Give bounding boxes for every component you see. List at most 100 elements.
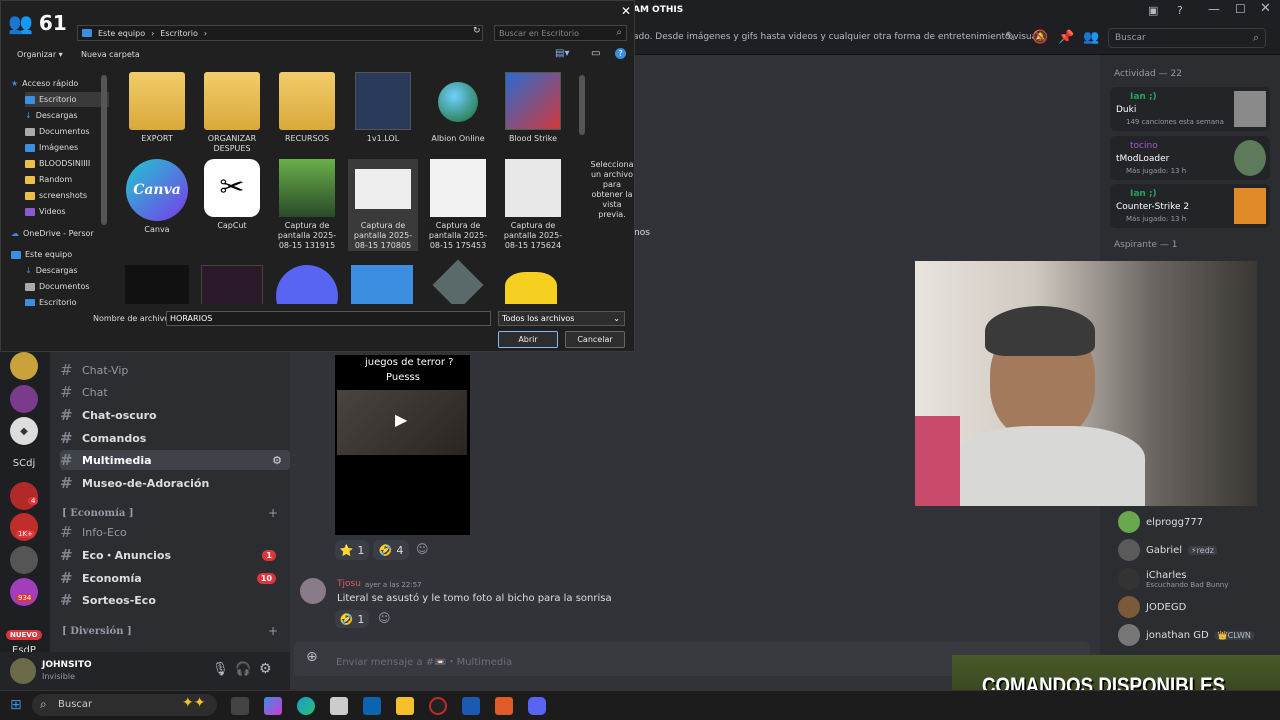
message-author[interactable]: Tjosu xyxy=(337,579,361,589)
file-explorer-icon[interactable] xyxy=(396,697,414,715)
channel-comandos[interactable]: # Comandos xyxy=(60,428,290,448)
nav-item[interactable]: Escritorio xyxy=(25,92,109,107)
members-icon[interactable]: 👥 xyxy=(1083,30,1099,45)
server-icon[interactable] xyxy=(10,546,38,574)
server-icon[interactable]: SCdj xyxy=(10,449,38,477)
activity-card[interactable]: Ian ;) Duki 149 canciones esta semana xyxy=(1110,87,1270,131)
address-bar[interactable]: Este equipo › Escritorio › xyxy=(77,25,483,41)
app-icon[interactable] xyxy=(432,259,484,304)
refresh-icon[interactable]: ↻ xyxy=(473,26,481,36)
settings-gear-icon[interactable]: ⚙ xyxy=(259,661,272,677)
channel-eco-anuncios[interactable]: # Eco・Anuncios 1 xyxy=(60,545,290,565)
store-icon[interactable] xyxy=(330,697,348,715)
server-icon[interactable] xyxy=(10,385,38,413)
nav-item[interactable]: ☁ OneDrive - Persor xyxy=(11,226,101,241)
search-input[interactable]: Buscar ⌕ xyxy=(1108,28,1266,48)
organize-button[interactable]: Organizar ▾ xyxy=(17,50,63,59)
nav-item[interactable]: Documentos xyxy=(25,124,109,139)
file-item[interactable]: Captura de pantalla 2025-08-15 175624 xyxy=(498,159,568,251)
close-icon[interactable]: ✕ xyxy=(1260,1,1271,16)
channel-economia[interactable]: # Economía 10 xyxy=(60,568,290,588)
channel-chat-oscuro[interactable]: # Chat-oscuro xyxy=(60,405,290,425)
reaction-laugh[interactable]: 🤣 4 xyxy=(373,540,409,560)
member-row[interactable]: Gabriel ⚡redz xyxy=(1118,537,1268,563)
server-icon[interactable] xyxy=(10,482,38,510)
new-folder-button[interactable]: Nueva carpeta xyxy=(81,50,140,59)
edge-icon[interactable] xyxy=(297,697,315,715)
video-embed[interactable]: juegos de terror ? Puesss ▶ xyxy=(335,355,470,535)
nav-item[interactable]: Videos xyxy=(25,204,109,219)
member-row[interactable]: elprogg777 xyxy=(1118,509,1268,535)
add-channel-icon[interactable]: + xyxy=(268,624,278,638)
file-item[interactable]: 1v1.LOL xyxy=(348,72,418,144)
cancel-button[interactable]: Cancelar xyxy=(565,331,625,348)
preview-pane-icon[interactable]: ▭ xyxy=(591,48,600,59)
taskbar-search[interactable]: ⌕ Buscar ✦✦ xyxy=(32,694,217,716)
channel-museo[interactable]: # Museo-de-Adoración xyxy=(60,473,290,493)
server-icon[interactable]: ◆ xyxy=(10,417,38,445)
word-icon[interactable] xyxy=(462,697,480,715)
nav-item[interactable]: BLOODSINIIII xyxy=(25,156,109,171)
app-icon[interactable] xyxy=(125,265,189,304)
nav-item[interactable]: Documentos xyxy=(25,279,109,294)
channel-info-eco[interactable]: # Info-Eco xyxy=(60,522,290,542)
mute-icon[interactable]: 🔕 xyxy=(1032,30,1048,45)
nav-item[interactable]: Este equipo xyxy=(11,247,101,262)
filetype-select[interactable]: Todos los archivos ⌄ xyxy=(498,311,625,326)
help-icon[interactable]: ? xyxy=(615,48,626,59)
file-item[interactable]: Captura de pantalla 2025-08-15 175453 xyxy=(423,159,493,251)
add-reaction-icon[interactable]: ☺ xyxy=(378,611,391,625)
file-item[interactable]: Albion Online xyxy=(423,72,493,144)
channel-chat[interactable]: # Chat xyxy=(60,382,290,402)
channel-sorteos-eco[interactable]: # Sorteos-Eco xyxy=(60,590,290,610)
server-icon[interactable] xyxy=(10,352,38,380)
threads-icon[interactable]: ✎ xyxy=(1005,30,1016,45)
nav-item[interactable]: ↓ Descargas xyxy=(25,108,109,123)
reaction-laugh[interactable]: 🤣 1 xyxy=(335,610,369,628)
copilot-icon[interactable] xyxy=(264,697,282,715)
file-item[interactable]: Captura de pantalla 2025-08-15 131915 xyxy=(272,159,342,251)
windows-start-icon[interactable]: ⊞ xyxy=(10,697,22,713)
add-reaction-icon[interactable]: ☺ xyxy=(416,542,429,556)
member-row[interactable]: JODEGD xyxy=(1118,594,1268,620)
activity-card[interactable]: Ian ;) Counter-Strike 2 Más jugado: 13 h xyxy=(1110,184,1270,228)
maximize-icon[interactable]: ☐ xyxy=(1235,2,1246,16)
breadcrumb-item[interactable]: Este equipo xyxy=(98,29,145,38)
add-channel-icon[interactable]: + xyxy=(268,506,278,520)
brave-icon[interactable] xyxy=(495,697,513,715)
duck-icon[interactable] xyxy=(505,272,557,304)
view-icon[interactable]: ▤▾ xyxy=(555,48,569,59)
discord-taskbar-icon[interactable] xyxy=(528,697,546,715)
activity-card[interactable]: tocino tModLoader Más jugado: 13 h xyxy=(1110,136,1270,180)
avatar[interactable] xyxy=(300,578,326,604)
file-item[interactable]: Blood Strike xyxy=(498,72,568,144)
outlook-icon[interactable] xyxy=(363,697,381,715)
minimize-icon[interactable]: — xyxy=(1208,2,1220,16)
gear-icon[interactable]: ⚙ xyxy=(272,454,282,467)
nav-item[interactable]: Random xyxy=(25,172,109,187)
nav-item[interactable]: ↓ Descargas xyxy=(25,263,109,278)
file-item[interactable]: RECURSOS xyxy=(272,72,342,144)
category-diversion[interactable]: [ Diversión ] xyxy=(62,626,132,637)
pin-icon[interactable]: 📌 xyxy=(1058,30,1074,45)
task-view-icon[interactable] xyxy=(231,697,249,715)
channel-multimedia[interactable]: # Multimedia ⚙ xyxy=(60,450,290,470)
channel-chat-vip[interactable]: # Chat-Vip xyxy=(60,360,290,380)
nav-item[interactable]: screenshots xyxy=(25,188,109,203)
discord-icon[interactable] xyxy=(276,265,338,304)
obs-icon[interactable] xyxy=(429,697,447,715)
inbox-icon[interactable]: ▣ xyxy=(1148,4,1158,17)
dialog-search-input[interactable]: Buscar en Escritorio ⌕ xyxy=(494,25,627,41)
avatar[interactable] xyxy=(10,658,36,684)
category-economia[interactable]: [ Economía ] xyxy=(62,508,134,519)
reaction-star[interactable]: ⭐ 1 xyxy=(335,540,369,560)
file-item[interactable]: Canva Canva xyxy=(122,159,192,235)
dialog-close-icon[interactable]: ✕ xyxy=(621,4,631,18)
member-row[interactable]: iCharles Escuchando Bad Bunny xyxy=(1118,565,1268,593)
file-item[interactable]: ORGANIZAR DESPUES xyxy=(197,72,267,154)
headphones-icon[interactable]: 🎧 xyxy=(235,662,251,677)
nav-scrollbar[interactable] xyxy=(101,75,107,225)
help-icon[interactable]: ? xyxy=(1177,4,1183,17)
app-icon[interactable] xyxy=(201,265,263,304)
filename-input[interactable]: HORARIOS xyxy=(166,311,491,326)
